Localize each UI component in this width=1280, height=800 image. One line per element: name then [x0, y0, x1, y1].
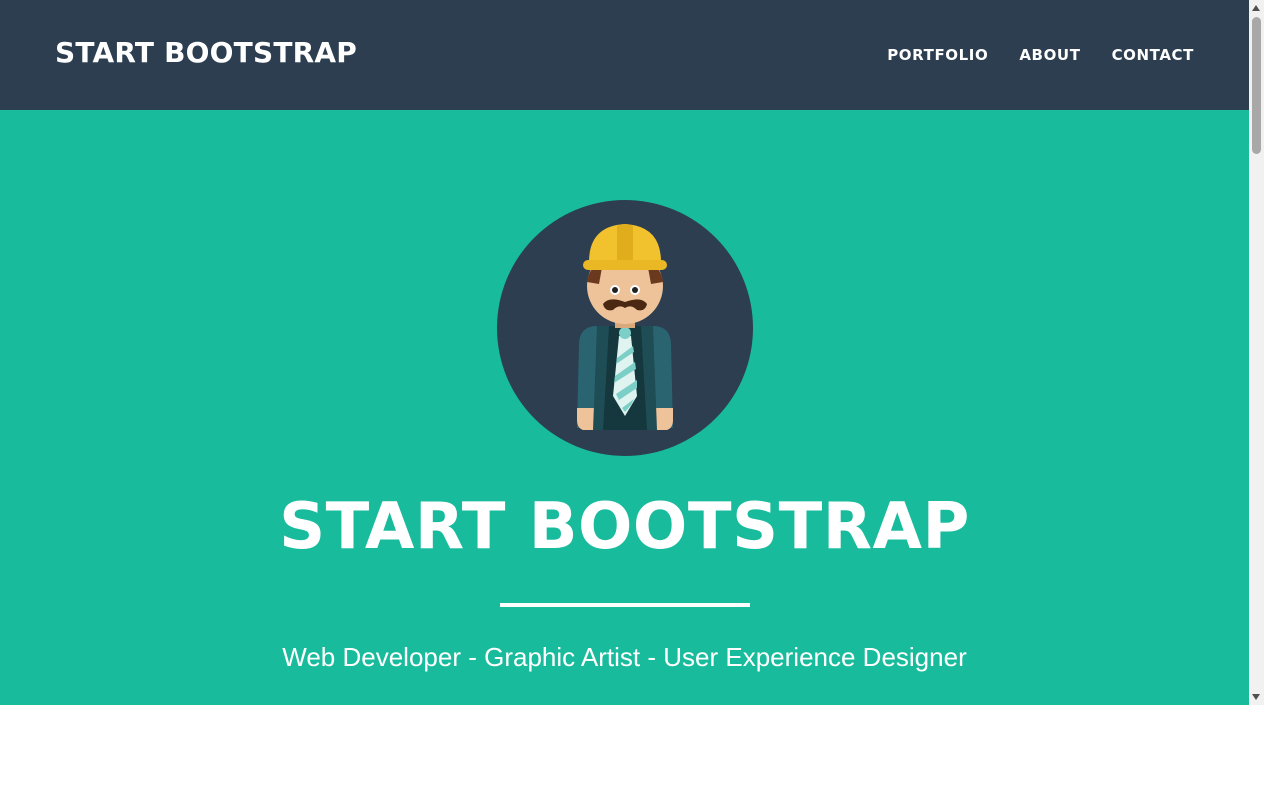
brand-link[interactable]: START BOOTSTRAP	[55, 36, 357, 69]
scroll-up-arrow-icon[interactable]	[1252, 5, 1260, 11]
hero-title: START BOOTSTRAP	[279, 490, 970, 564]
hero-divider	[500, 603, 750, 607]
nav-link-about[interactable]: ABOUT	[1019, 46, 1080, 64]
nav-menu: PORTFOLIO ABOUT CONTACT	[887, 46, 1194, 64]
nav-link-portfolio[interactable]: PORTFOLIO	[887, 46, 988, 64]
page-background	[0, 705, 1280, 800]
construction-worker-avatar-icon	[497, 200, 753, 456]
vertical-scrollbar[interactable]	[1249, 0, 1264, 705]
scroll-down-arrow-icon[interactable]	[1252, 694, 1260, 700]
browser-viewport: START BOOTSTRAP PORTFOLIO ABOUT CONTACT	[0, 0, 1249, 705]
scrollbar-thumb[interactable]	[1252, 17, 1261, 154]
masthead: START BOOTSTRAP Web Developer - Graphic …	[0, 110, 1249, 705]
nav-link-contact[interactable]: CONTACT	[1112, 46, 1194, 64]
hero-subtitle: Web Developer - Graphic Artist - User Ex…	[282, 642, 967, 672]
navbar: START BOOTSTRAP PORTFOLIO ABOUT CONTACT	[0, 0, 1249, 110]
